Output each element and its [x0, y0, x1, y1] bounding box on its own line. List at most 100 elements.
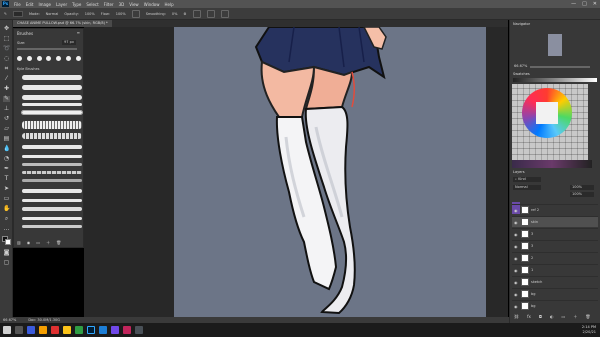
- new-brush-icon[interactable]: ＋: [46, 240, 50, 245]
- brush-stroke-preview[interactable]: [22, 133, 82, 139]
- brush-tool-icon[interactable]: ✎: [3, 96, 10, 102]
- eyedropper-tool-icon[interactable]: ⁄: [3, 76, 10, 82]
- hand-tool-icon[interactable]: ✋: [3, 206, 10, 212]
- taskbar-app-icon[interactable]: [51, 326, 59, 334]
- visibility-eye-icon[interactable]: ◉: [514, 244, 519, 249]
- layer-row[interactable]: ◉ bg: [512, 300, 598, 311]
- layer-name[interactable]: bg: [531, 292, 535, 296]
- panel-menu-icon[interactable]: ≡: [77, 30, 80, 35]
- menu-3d[interactable]: 3D: [119, 2, 125, 7]
- adjustment-layer-icon[interactable]: ◐: [550, 314, 554, 320]
- file-explorer-icon[interactable]: [39, 326, 47, 334]
- layer-style-icon[interactable]: fx: [527, 314, 531, 320]
- stamp-tool-icon[interactable]: ⊥: [3, 106, 10, 112]
- layer-name[interactable]: 2: [531, 256, 533, 260]
- visibility-eye-icon[interactable]: ◉: [514, 220, 519, 225]
- quick-mask-icon[interactable]: ◙: [3, 250, 10, 256]
- pressure-size-toggle[interactable]: [206, 9, 215, 18]
- visibility-eye-icon[interactable]: ◉: [514, 256, 519, 261]
- menu-filter[interactable]: Filter: [104, 2, 114, 7]
- more-tools-icon[interactable]: …: [3, 226, 10, 232]
- brush-stroke-preview-selected[interactable]: [21, 110, 83, 115]
- new-layer-icon[interactable]: ＋: [573, 314, 577, 320]
- menu-edit[interactable]: Edit: [26, 2, 34, 7]
- minimize-button[interactable]: —: [571, 1, 576, 7]
- visibility-eye-icon[interactable]: ◉: [514, 304, 519, 309]
- taskbar-app-icon[interactable]: [123, 326, 131, 334]
- close-button[interactable]: ✕: [593, 1, 597, 7]
- lasso-tool-icon[interactable]: ➰: [3, 46, 10, 52]
- chrome-icon[interactable]: [63, 326, 71, 334]
- recent-brush-5[interactable]: [56, 55, 62, 61]
- smoothing-value[interactable]: 0%: [172, 12, 178, 16]
- system-tray-clock[interactable]: 2:14 PM 2/20/21: [582, 325, 596, 334]
- recent-brush-3[interactable]: [36, 55, 42, 61]
- marquee-tool-icon[interactable]: ⬚: [3, 36, 10, 42]
- menu-select[interactable]: Select: [86, 2, 98, 7]
- navigator-tab[interactable]: Navigator: [513, 22, 530, 26]
- photoshop-logo-icon[interactable]: Ps: [2, 1, 9, 7]
- dodge-tool-icon[interactable]: ◔: [3, 156, 10, 162]
- menu-view[interactable]: View: [129, 2, 139, 7]
- brush-stroke-preview[interactable]: [22, 121, 82, 129]
- type-tool-icon[interactable]: T: [3, 176, 10, 182]
- brush-stroke-preview[interactable]: [22, 75, 82, 80]
- taskbar-app-icon[interactable]: [111, 326, 119, 334]
- layer-row[interactable]: ◉ 3: [512, 240, 598, 251]
- brush-stroke-preview[interactable]: [22, 145, 82, 149]
- brush-stroke-preview[interactable]: [22, 199, 82, 202]
- layer-row[interactable]: ◉ 3: [512, 228, 598, 239]
- layers-tab[interactable]: Layers: [513, 170, 525, 174]
- brush-stroke-preview[interactable]: [22, 217, 82, 220]
- maximize-button[interactable]: □: [582, 1, 587, 7]
- crop-tool-icon[interactable]: ⌗: [3, 66, 10, 72]
- layer-row[interactable]: ◉ 2: [512, 252, 598, 263]
- blur-tool-icon[interactable]: 💧: [3, 146, 10, 152]
- layer-name[interactable]: sketch: [531, 280, 542, 284]
- navigator-zoom-readout[interactable]: 66.67%: [514, 64, 527, 68]
- layer-blend-mode-select[interactable]: Normal: [513, 185, 541, 190]
- navigator-thumbnail[interactable]: [548, 34, 562, 56]
- dark-swatches-row[interactable]: [512, 160, 592, 168]
- new-group-icon[interactable]: ▭: [562, 314, 566, 320]
- layer-name[interactable]: ref 2: [531, 208, 539, 212]
- view-options-icon[interactable]: ◉: [27, 240, 31, 245]
- path-select-tool-icon[interactable]: ➤: [3, 186, 10, 192]
- brush-stroke-preview[interactable]: [22, 207, 82, 211]
- move-tool-icon[interactable]: ✥: [3, 26, 10, 32]
- gradient-tool-icon[interactable]: ▤: [3, 136, 10, 142]
- layer-row[interactable]: ◉ ref 2: [512, 204, 598, 215]
- mode-select[interactable]: Normal: [46, 12, 59, 16]
- opacity-value[interactable]: 100%: [85, 12, 95, 16]
- symmetry-icon[interactable]: [220, 9, 229, 18]
- taskbar-app-icon[interactable]: [99, 326, 107, 334]
- layer-name[interactable]: 1: [531, 268, 533, 272]
- layer-fill-input[interactable]: 100%: [570, 192, 594, 197]
- brush-size-input[interactable]: 97 px: [62, 40, 76, 45]
- layer-name[interactable]: skin: [531, 220, 538, 224]
- menu-help[interactable]: Help: [164, 2, 173, 7]
- menu-type[interactable]: Type: [72, 2, 81, 7]
- pressure-opacity-toggle[interactable]: [192, 9, 201, 18]
- brush-stroke-preview[interactable]: [22, 103, 82, 106]
- brush-tool-icon[interactable]: ✎: [4, 12, 7, 16]
- visibility-eye-icon[interactable]: ◉: [514, 208, 519, 213]
- layer-name[interactable]: bg: [531, 304, 535, 308]
- layer-row[interactable]: ◉ bg: [512, 288, 598, 299]
- new-folder-icon[interactable]: ▭: [36, 240, 40, 245]
- smoothing-options-gear-icon[interactable]: ⚙: [183, 12, 186, 16]
- document-canvas[interactable]: [174, 27, 486, 317]
- visibility-eye-icon[interactable]: ◉: [514, 280, 519, 285]
- menu-window[interactable]: Window: [144, 2, 160, 7]
- menu-file[interactable]: File: [14, 2, 21, 7]
- layer-row[interactable]: ◉ 1: [512, 264, 598, 275]
- menu-layer[interactable]: Layer: [56, 2, 67, 7]
- recent-brush-2[interactable]: [26, 55, 32, 61]
- link-layers-icon[interactable]: ⛓: [514, 314, 519, 320]
- quick-select-tool-icon[interactable]: ◌: [3, 56, 10, 62]
- taskbar-app-icon[interactable]: [135, 326, 143, 334]
- navigator-zoom-slider[interactable]: [530, 66, 590, 68]
- brush-stroke-preview[interactable]: [22, 189, 82, 193]
- add-mask-icon[interactable]: ◘: [539, 314, 542, 320]
- brush-stroke-preview[interactable]: [22, 171, 82, 174]
